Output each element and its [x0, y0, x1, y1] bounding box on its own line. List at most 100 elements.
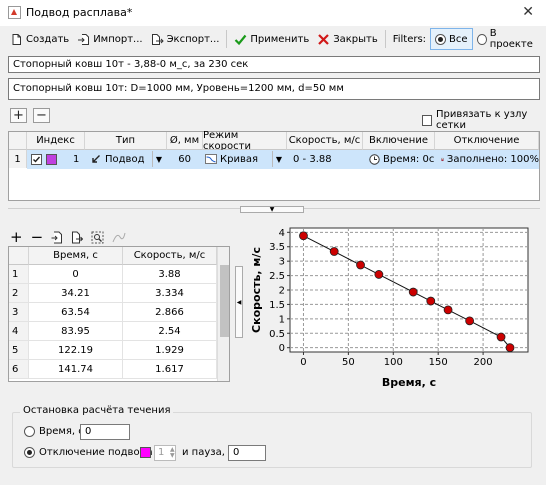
- title-bar: Подвод расплава* ✕: [0, 0, 546, 26]
- speed-cell[interactable]: 2.866: [123, 303, 217, 321]
- header-speed-mode[interactable]: Режим скорости: [203, 130, 287, 152]
- enabled-checkbox[interactable]: [31, 153, 42, 165]
- name-field[interactable]: Стопорный ковш 10т - 3,88-0 м_с, за 230 …: [8, 56, 540, 73]
- close-window-icon[interactable]: ✕: [522, 4, 534, 20]
- type-cell[interactable]: Подвод ▼: [91, 150, 165, 168]
- chevron-down-icon[interactable]: ▼: [272, 151, 285, 167]
- speed-mode-value: Кривая: [220, 153, 258, 165]
- row-header-corner: [9, 132, 27, 150]
- collapse-chevron-icon[interactable]: ▼: [240, 206, 304, 213]
- import-label: Импорт...: [93, 33, 143, 45]
- data-point[interactable]: [505, 343, 515, 353]
- time-cell[interactable]: 122.19: [29, 341, 123, 359]
- data-point[interactable]: [465, 316, 475, 326]
- data-point[interactable]: [329, 247, 339, 256]
- create-button[interactable]: Создать: [6, 29, 73, 49]
- table-row[interactable]: 6 141.74 1.617: [9, 360, 217, 379]
- time-cell[interactable]: 34.21: [29, 284, 123, 302]
- radio-icon: [24, 447, 35, 458]
- speed-cell[interactable]: 1.617: [123, 360, 217, 378]
- spinner-arrows-icon[interactable]: ▲ ▼: [170, 447, 175, 459]
- y-tick-label: 1: [279, 314, 285, 325]
- import-points-icon[interactable]: [51, 231, 63, 244]
- shutoff-color-swatch[interactable]: [140, 447, 151, 458]
- row-number: 1: [9, 265, 29, 283]
- data-point[interactable]: [426, 296, 436, 306]
- row-number: 6: [9, 360, 29, 378]
- ladle-fill-icon: [441, 157, 444, 161]
- time-cell[interactable]: 141.74: [29, 360, 123, 378]
- smooth-curve-icon[interactable]: [112, 231, 126, 244]
- clock-icon: [369, 153, 380, 165]
- export-points-icon[interactable]: [71, 231, 84, 244]
- header-point-speed[interactable]: Скорость, м/с: [123, 247, 217, 265]
- export-label: Экспорт...: [166, 33, 220, 45]
- import-button[interactable]: Импорт...: [73, 29, 146, 49]
- radio-icon: [24, 426, 35, 437]
- filters-label: Filters:: [392, 33, 427, 45]
- add-point-icon[interactable]: +: [10, 228, 23, 246]
- table-row[interactable]: 4 83.95 2.54: [9, 322, 217, 341]
- source-color-swatch[interactable]: [46, 153, 57, 165]
- stop-time-input[interactable]: 0: [80, 424, 130, 440]
- index-value: 1: [73, 153, 80, 165]
- table-row[interactable]: 3 63.54 2.866: [9, 303, 217, 322]
- stop-cell[interactable]: Заполнено: 100%: [441, 150, 539, 168]
- speed-cell[interactable]: 3.334: [123, 284, 217, 302]
- remove-source-button[interactable]: −: [33, 108, 50, 123]
- header-index[interactable]: Индекс: [27, 132, 85, 150]
- header-time[interactable]: Время, с: [29, 247, 123, 265]
- stop-shutoff-radio[interactable]: Отключение подвода: [24, 447, 153, 458]
- zoom-fit-icon[interactable]: [91, 231, 104, 244]
- speed-value[interactable]: 0 - 3.88: [293, 150, 363, 168]
- start-cell[interactable]: Время: 0с: [369, 150, 435, 168]
- remove-point-icon[interactable]: −: [31, 228, 44, 246]
- table-row[interactable]: 5 122.19 1.929: [9, 341, 217, 360]
- filter-all-radio[interactable]: Все: [430, 28, 473, 50]
- data-point[interactable]: [356, 260, 365, 270]
- export-button[interactable]: Экспорт...: [147, 29, 224, 49]
- x-tick-label: 0: [300, 357, 306, 368]
- speed-cell[interactable]: 1.929: [123, 341, 217, 359]
- header-start[interactable]: Включение: [363, 132, 435, 150]
- close-button[interactable]: Закрыть: [313, 29, 382, 49]
- chevron-down-icon[interactable]: ▼: [152, 151, 165, 167]
- header-stop[interactable]: Отключение: [435, 132, 539, 150]
- type-value: Подвод: [105, 153, 145, 165]
- data-point[interactable]: [443, 305, 453, 315]
- header-type[interactable]: Тип: [85, 132, 167, 150]
- time-cell[interactable]: 63.54: [29, 303, 123, 321]
- filter-project-radio[interactable]: В проекте: [473, 28, 542, 50]
- row-number: 4: [9, 322, 29, 340]
- header-speed[interactable]: Скорость, м/с: [287, 132, 363, 150]
- data-point[interactable]: [299, 231, 308, 241]
- description-field[interactable]: Стопорный ковш 10т: D=1000 мм, Уровень=1…: [8, 78, 540, 100]
- speed-chart: 0 50 100 150 200 0 0.5 1 1.5 2 2.5 3 3.5 4 Время, с Ско…: [248, 216, 542, 392]
- speed-cell[interactable]: 2.54: [123, 322, 217, 340]
- speed-cell[interactable]: 3.88: [123, 265, 217, 283]
- y-tick-label: 1.5: [269, 300, 285, 311]
- data-point[interactable]: [408, 287, 418, 297]
- speed-mode-cell[interactable]: Кривая ▼: [205, 150, 285, 168]
- window-title: Подвод расплава*: [26, 6, 133, 19]
- scrollbar-thumb[interactable]: [220, 265, 229, 337]
- points-scrollbar[interactable]: [217, 247, 229, 381]
- diameter-value[interactable]: 60: [167, 150, 203, 168]
- apply-button[interactable]: Применить: [230, 29, 313, 49]
- header-diameter[interactable]: Ø, мм: [167, 132, 203, 150]
- table-row[interactable]: 2 34.21 3.334: [9, 284, 217, 303]
- table-row[interactable]: 1 0 3.88: [9, 265, 217, 284]
- data-point[interactable]: [496, 332, 506, 342]
- radio-icon: [476, 33, 487, 45]
- time-cell[interactable]: 0: [29, 265, 123, 283]
- checkmark-icon: [235, 34, 247, 45]
- import-icon: [78, 33, 90, 45]
- add-source-button[interactable]: +: [10, 108, 27, 123]
- row-number: 3: [9, 303, 29, 321]
- time-cell[interactable]: 83.95: [29, 322, 123, 340]
- snap-to-grid-checkbox[interactable]: Привязать к узлу сетки: [422, 109, 546, 131]
- pause-input[interactable]: 0: [228, 445, 266, 461]
- collapse-left-icon[interactable]: ◀: [235, 266, 243, 338]
- stop-time-radio[interactable]: Время, с: [24, 426, 84, 437]
- data-point[interactable]: [374, 270, 384, 279]
